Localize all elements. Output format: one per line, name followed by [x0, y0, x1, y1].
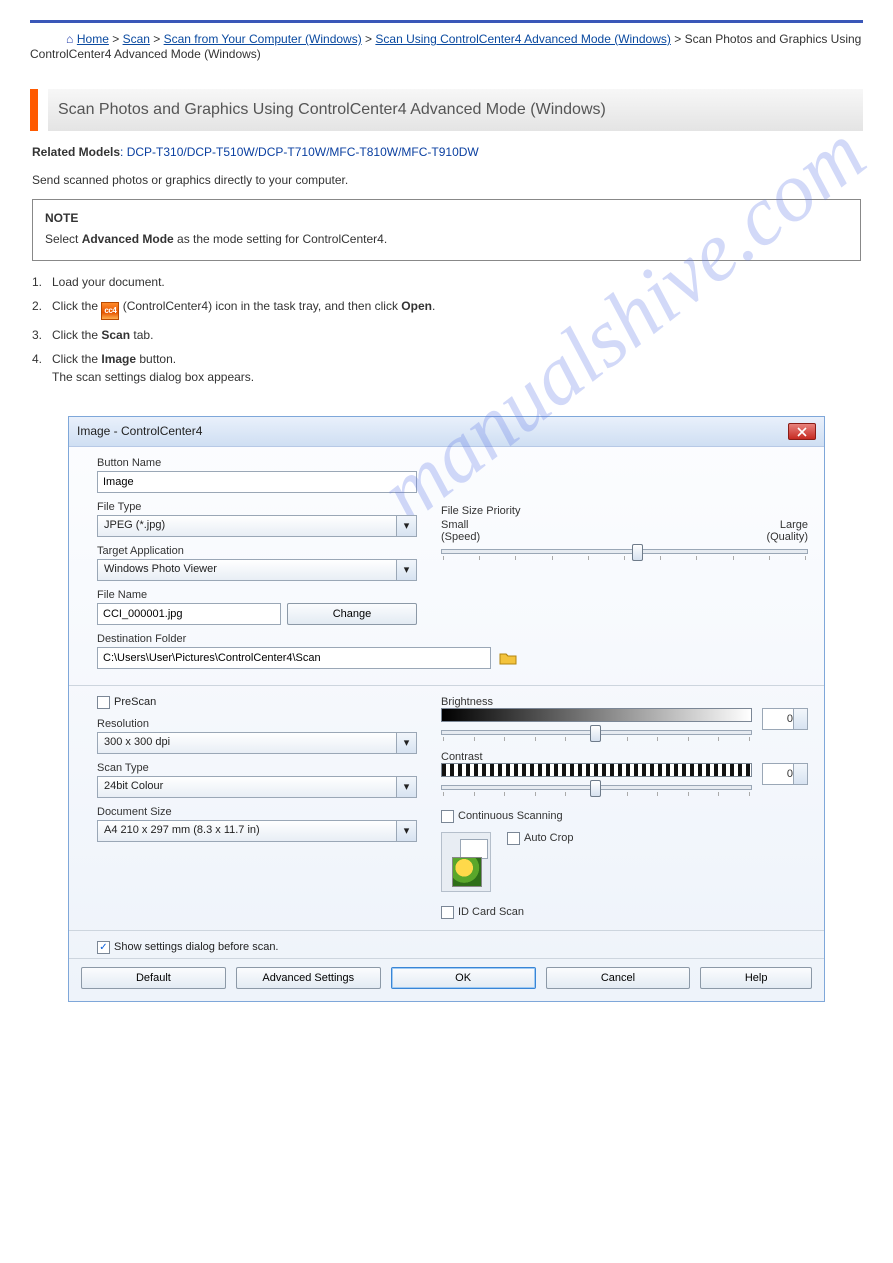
destination-input[interactable] — [97, 647, 491, 669]
file-size-quality-label: (Quality) — [766, 531, 808, 543]
note-box: NOTE Select Advanced Mode as the mode se… — [32, 199, 861, 261]
step-1-text: Load your document. — [52, 273, 861, 291]
note-title: NOTE — [45, 210, 848, 227]
related-models-label: Related Models — [32, 145, 120, 159]
cancel-button[interactable]: Cancel — [546, 967, 691, 989]
close-button[interactable] — [788, 423, 816, 440]
crumb-sep: > — [365, 32, 375, 46]
chevron-down-icon: ▾ — [396, 821, 416, 841]
page-title: Scan Photos and Graphics Using ControlCe… — [48, 89, 863, 131]
brightness-gradient — [441, 708, 752, 722]
default-button[interactable]: Default — [81, 967, 226, 989]
crumb-sep: > — [674, 32, 684, 46]
related-models: Related Models: DCP-T310/DCP-T510W/DCP-T… — [32, 145, 861, 159]
heading-accent — [30, 89, 38, 131]
scan-type-label: Scan Type — [97, 762, 417, 774]
chevron-down-icon: ▾ — [396, 733, 416, 753]
scan-settings-dialog: Image - ControlCenter4 Button Name File … — [68, 416, 825, 1002]
target-app-select[interactable]: Windows Photo Viewer ▾ — [97, 559, 417, 581]
close-icon — [797, 427, 807, 437]
target-app-label: Target Application — [97, 545, 417, 557]
crumb-scan[interactable]: Scan — [123, 32, 150, 46]
document-size-select[interactable]: A4 210 x 297 mm (8.3 x 11.7 in) ▾ — [97, 820, 417, 842]
crumb-sep: > — [153, 32, 163, 46]
button-name-label: Button Name — [97, 457, 417, 469]
cc4-icon: cc4 — [101, 302, 119, 320]
file-size-small-label: Small — [441, 519, 469, 531]
auto-crop-checkbox[interactable]: Auto Crop — [507, 832, 574, 845]
contrast-pattern — [441, 763, 752, 777]
crumb-sep: > — [112, 32, 122, 46]
file-size-large-label: Large — [780, 519, 808, 531]
scan-type-select[interactable]: 24bit Colour ▾ — [97, 776, 417, 798]
crumb-cc4-adv[interactable]: Scan Using ControlCenter4 Advanced Mode … — [375, 32, 670, 46]
home-icon[interactable]: ⌂ — [66, 32, 73, 46]
contrast-label: Contrast — [441, 751, 808, 763]
file-type-label: File Type — [97, 501, 417, 513]
help-button[interactable]: Help — [700, 967, 812, 989]
slider-thumb[interactable] — [590, 780, 601, 797]
contrast-slider[interactable] — [441, 785, 752, 790]
slider-thumb[interactable] — [632, 544, 643, 561]
advanced-settings-button[interactable]: Advanced Settings — [236, 967, 381, 989]
resolution-label: Resolution — [97, 718, 417, 730]
show-settings-checkbox[interactable]: ✓Show settings dialog before scan. — [97, 941, 279, 954]
file-size-speed-label: (Speed) — [441, 531, 480, 543]
dialog-title: Image - ControlCenter4 — [77, 424, 202, 438]
step-2: 2. Click the cc4 (ControlCenter4) icon i… — [32, 297, 861, 320]
dialog-title-bar: Image - ControlCenter4 — [69, 417, 824, 447]
change-button[interactable]: Change — [287, 603, 417, 625]
id-card-scan-checkbox[interactable]: ID Card Scan — [441, 906, 524, 919]
brightness-slider[interactable] — [441, 730, 752, 735]
file-size-slider[interactable] — [441, 549, 808, 554]
prescan-checkbox[interactable]: PreScan — [97, 696, 156, 709]
button-name-input[interactable] — [97, 471, 417, 493]
file-size-priority-label: File Size Priority — [441, 505, 808, 517]
brightness-value[interactable]: 0 — [762, 708, 808, 730]
resolution-select[interactable]: 300 x 300 dpi ▾ — [97, 732, 417, 754]
crumb-scan-from-computer[interactable]: Scan from Your Computer (Windows) — [164, 32, 362, 46]
brightness-label: Brightness — [441, 696, 808, 708]
file-type-select[interactable]: JPEG (*.jpg) ▾ — [97, 515, 417, 537]
slider-thumb[interactable] — [590, 725, 601, 742]
file-name-input[interactable] — [97, 603, 281, 625]
lead-paragraph: Send scanned photos or graphics directly… — [32, 173, 861, 187]
top-rule — [30, 20, 863, 23]
document-size-label: Document Size — [97, 806, 417, 818]
file-name-label: File Name — [97, 589, 417, 601]
continuous-scanning-checkbox[interactable]: Continuous Scanning — [441, 810, 563, 823]
related-models-list: : DCP-T310/DCP-T510W/DCP-T710W/MFC-T810W… — [120, 145, 479, 159]
crumb-home[interactable]: Home — [77, 32, 109, 46]
chevron-down-icon: ▾ — [396, 777, 416, 797]
ok-button[interactable]: OK — [391, 967, 536, 989]
chevron-down-icon: ▾ — [396, 516, 416, 536]
step-4: 4. Click the Image button. The scan sett… — [32, 350, 861, 386]
chevron-down-icon: ▾ — [396, 560, 416, 580]
contrast-value[interactable]: 0 — [762, 763, 808, 785]
step-3: 3. Click the Scan tab. — [32, 326, 861, 344]
step-1: 1. Load your document. — [32, 273, 861, 291]
preview-thumbnail[interactable] — [441, 832, 491, 892]
note-body: Select Advanced Mode as the mode setting… — [45, 232, 387, 246]
